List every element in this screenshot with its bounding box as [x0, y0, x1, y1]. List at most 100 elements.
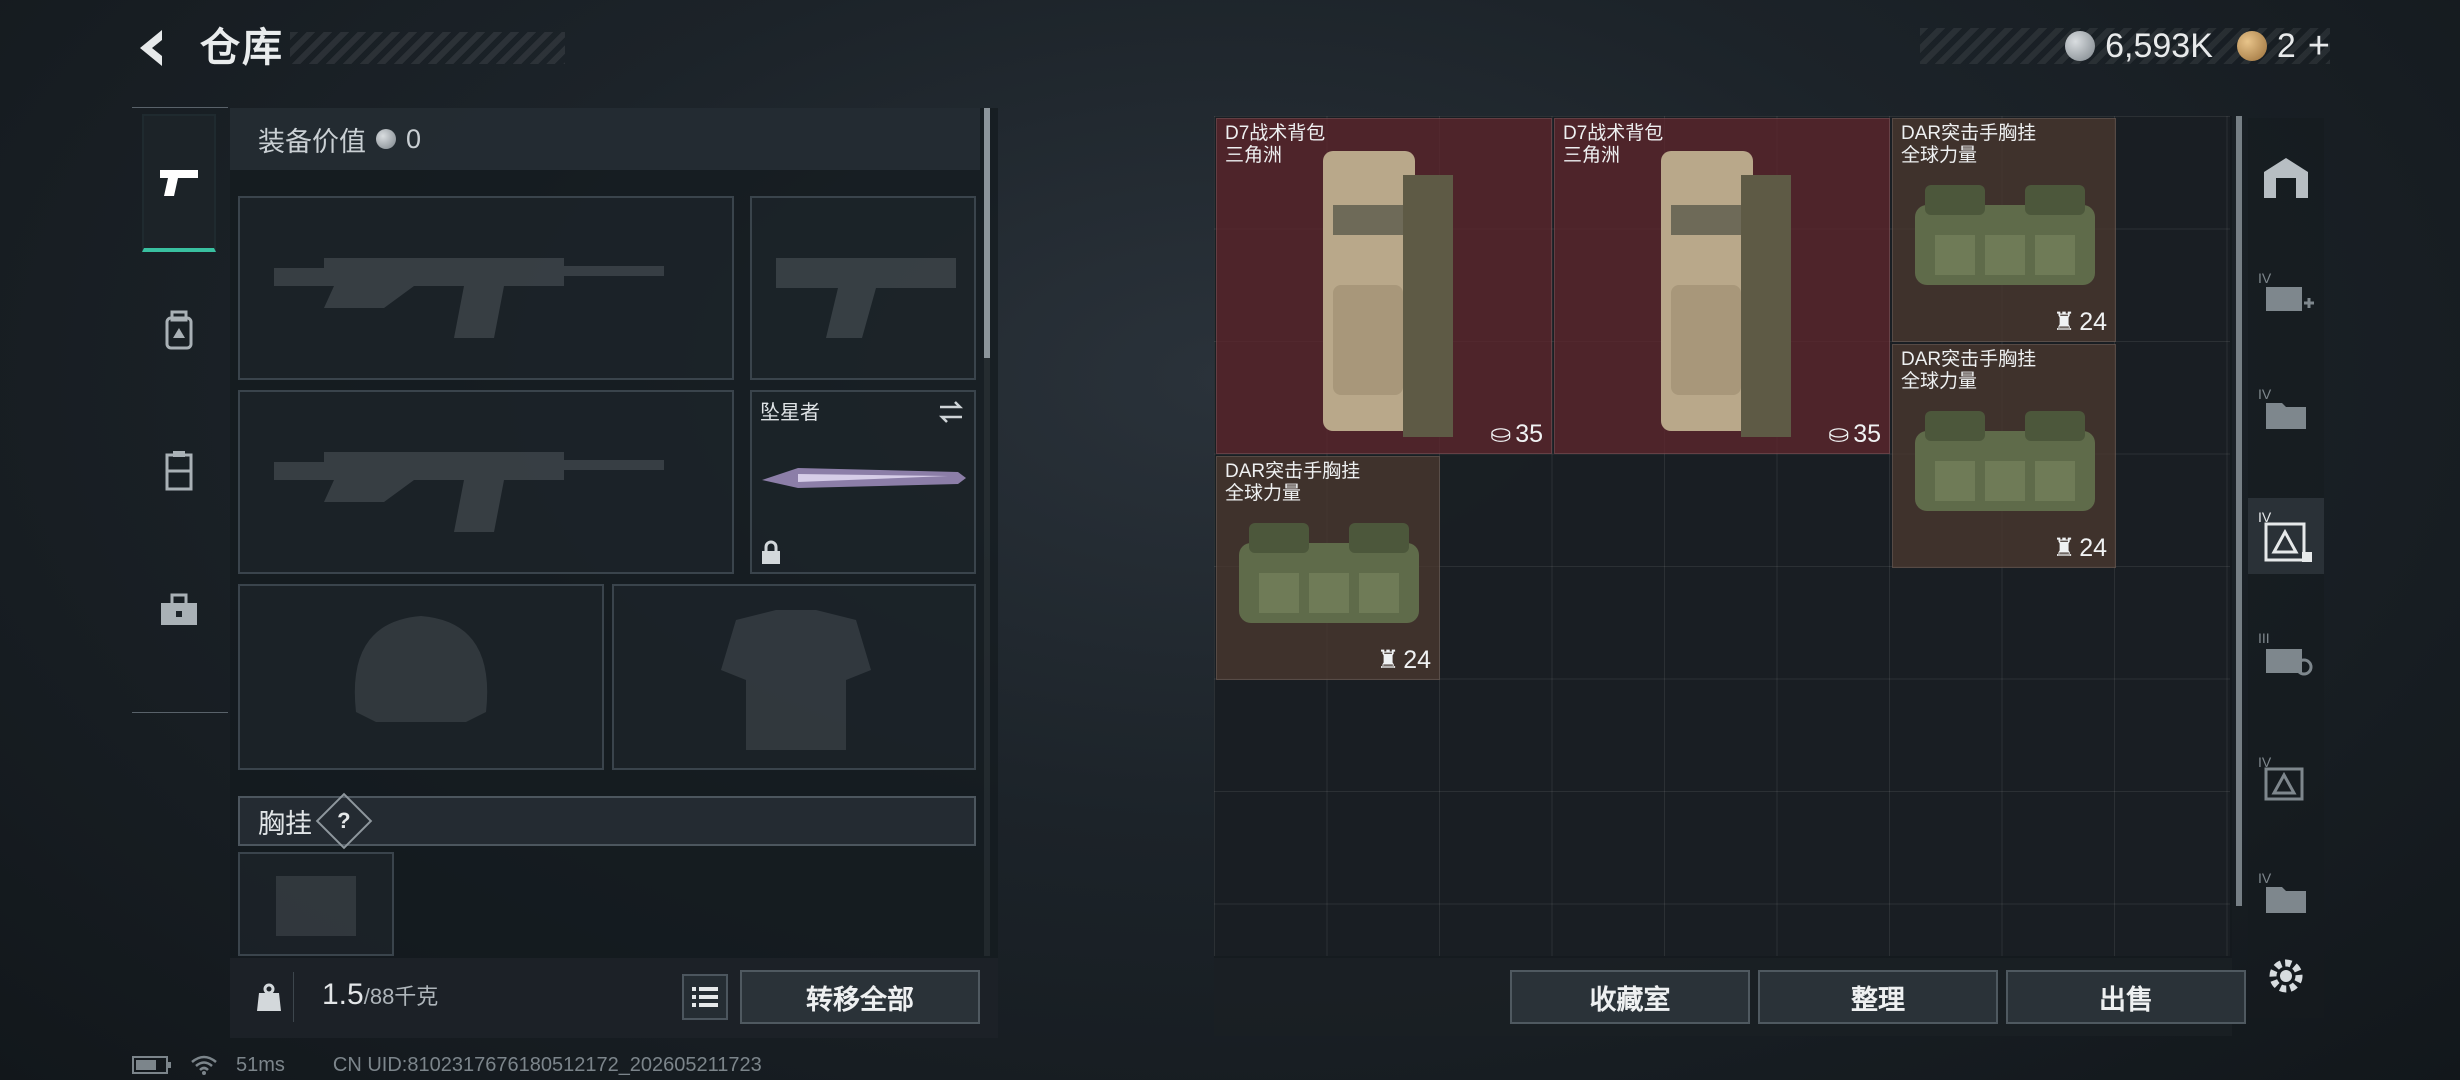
loadout-tabs	[132, 107, 228, 713]
equip-value-header: 装备价值 0	[230, 108, 980, 170]
vest-capacity-icon: ♜	[2052, 534, 2076, 562]
armor-silhouette-icon	[721, 610, 871, 750]
tab-storage-armor[interactable]: IV	[2248, 740, 2324, 816]
equip-value-coin-icon	[376, 129, 396, 149]
swap-icon[interactable]	[936, 398, 966, 426]
loadout-scrollbar-thumb[interactable]	[984, 108, 990, 358]
vest-capacity-icon: ♜	[2052, 308, 2076, 336]
item-count: ♜ 24	[1376, 645, 1431, 675]
transfer-all-button[interactable]: 转移全部	[740, 970, 980, 1024]
battery-icon	[132, 1056, 171, 1074]
tab-backpack[interactable]	[142, 294, 216, 368]
armor-slot[interactable]	[612, 584, 976, 770]
backpack-item-icon	[1661, 151, 1791, 437]
stash-panel: D7战术背包 三角洲 ⛀ 35 D7战术背包 三角洲 ⛀ 35 DAR突击手胸挂 全球力量…	[1214, 116, 2232, 958]
stash-item-backpack[interactable]: D7战术背包 三角洲 ⛀ 35	[1554, 118, 1890, 454]
gold-coin-icon	[2236, 31, 2267, 61]
svg-text:III: III	[2258, 630, 2270, 646]
item-name: D7战术背包 三角洲	[1563, 123, 1664, 166]
vest-capacity-icon: ♜	[1376, 646, 1400, 674]
misc-case-icon: IV	[2258, 870, 2306, 913]
chest-rig-header: 胸挂 ?	[238, 792, 976, 850]
chest-rig-item-icon	[1915, 411, 2095, 511]
ping-readout: 51ms	[236, 1053, 285, 1076]
capacity-icon: ⛀	[1490, 420, 1512, 448]
item-count: ♜ 24	[2052, 307, 2107, 337]
rifle-silhouette-icon	[274, 258, 664, 338]
weight-current: 1.5	[322, 978, 364, 1011]
helmet-silhouette-icon	[354, 616, 488, 722]
settings-button[interactable]	[2248, 938, 2324, 1014]
tab-toolbox[interactable]	[142, 574, 216, 648]
tab-storage-folder[interactable]: IV	[2248, 372, 2324, 448]
page-title: 仓库	[200, 26, 284, 70]
helmet-slot[interactable]	[238, 584, 604, 770]
equip-value-amount: 0	[406, 123, 422, 154]
armor-case-icon: IV	[2258, 754, 2304, 801]
silver-coin-icon	[2065, 31, 2096, 61]
help-icon: ?	[337, 807, 351, 833]
warehouse-icon	[2264, 158, 2308, 198]
tab-armor[interactable]	[142, 434, 216, 508]
collection-room-button[interactable]: 收藏室	[1510, 970, 1750, 1024]
backpack-icon	[165, 310, 193, 350]
stash-scrollbar[interactable]	[2236, 116, 2242, 906]
item-name: D7战术背包 三角洲	[1225, 123, 1326, 166]
stash-item-chest-rig[interactable]: DAR突击手胸挂 全球力量 ♜ 24	[1892, 118, 2116, 342]
sidearm-slot[interactable]	[750, 196, 976, 380]
lock-icon	[762, 540, 780, 564]
tab-storage-main[interactable]	[2248, 140, 2324, 216]
chest-rig-item-icon	[1239, 523, 1419, 623]
status-footer: 51ms CN UID:810231767618051​2172_2026052…	[132, 1052, 762, 1078]
back-arrow-icon	[140, 30, 162, 66]
add-currency-button[interactable]: +	[2308, 25, 2330, 68]
stash-item-chest-rig[interactable]: DAR突击手胸挂 全球力量 ♜ 24	[1216, 456, 1440, 680]
svg-text:IV: IV	[2258, 870, 2272, 886]
stash-item-backpack[interactable]: D7战术背包 三角洲 ⛀ 35	[1216, 118, 1552, 454]
chest-rig-item-icon	[1915, 185, 2095, 285]
backpack-item-icon	[1323, 151, 1453, 437]
tab-storage-medical[interactable]: IV	[2248, 256, 2324, 332]
wifi-icon	[191, 1055, 217, 1075]
item-count: ⛀ 35	[1828, 419, 1881, 449]
loadout-panel: 装备价值 0 坠星者 胸挂 ? 1.5/88千克 转移全部	[230, 108, 998, 1038]
help-button[interactable]: ?	[315, 792, 373, 850]
item-name: DAR突击手胸挂 全球力量	[1901, 123, 2037, 166]
equip-value-label: 装备价值	[258, 126, 366, 157]
loadout-bottom-bar: 1.5/88千克 转移全部	[230, 958, 998, 1038]
list-icon	[692, 987, 718, 1007]
tool-case-icon: III	[2258, 630, 2313, 676]
vest-icon	[165, 451, 193, 491]
medical-case-icon: IV	[2258, 270, 2314, 311]
gold-amount: 2	[2276, 26, 2296, 65]
stash-actions-bar: 收藏室 整理 出售	[1214, 958, 2246, 1036]
sell-button[interactable]: 出售	[2006, 970, 2246, 1024]
stash-item-chest-rig[interactable]: DAR突击手胸挂 全球力量 ♜ 24	[1892, 344, 2116, 568]
tab-storage-tools[interactable]: III	[2248, 616, 2324, 692]
weight-icon	[244, 972, 294, 1022]
item-name: DAR突击手胸挂 全球力量	[1225, 461, 1361, 504]
back-button[interactable]	[128, 22, 180, 74]
item-count: ♜ 24	[2052, 533, 2107, 563]
silver-amount: 6,593K	[2105, 26, 2213, 65]
chest-rig-slot[interactable]	[238, 852, 394, 956]
svg-text:IV: IV	[2258, 270, 2272, 286]
tab-weapons[interactable]	[142, 114, 216, 252]
tab-storage-gear[interactable]: IV	[2248, 498, 2324, 574]
melee-name: 坠星者	[760, 402, 820, 424]
weight-readout: 1.5/88千克	[322, 978, 438, 1012]
svg-text:IV: IV	[2258, 386, 2272, 402]
user-uid: CN UID:810231767618051​2172_202605211723	[332, 1053, 762, 1076]
melee-slot[interactable]: 坠星者	[750, 390, 976, 574]
list-view-button[interactable]	[682, 974, 728, 1020]
secondary-weapon-slot[interactable]	[238, 390, 734, 574]
currency-bar: 6,593K 2 +	[1920, 25, 2330, 67]
tab-storage-misc[interactable]: IV	[2248, 856, 2324, 932]
primary-weapon-slot[interactable]	[238, 196, 734, 380]
organize-button[interactable]: 整理	[1758, 970, 1998, 1024]
gear-case-icon: IV	[2258, 509, 2312, 562]
folder-case-icon: IV	[2258, 386, 2306, 429]
chest-rig-label: 胸挂	[258, 808, 312, 839]
item-count: ⛀ 35	[1490, 419, 1543, 449]
title-stripe	[290, 32, 565, 64]
